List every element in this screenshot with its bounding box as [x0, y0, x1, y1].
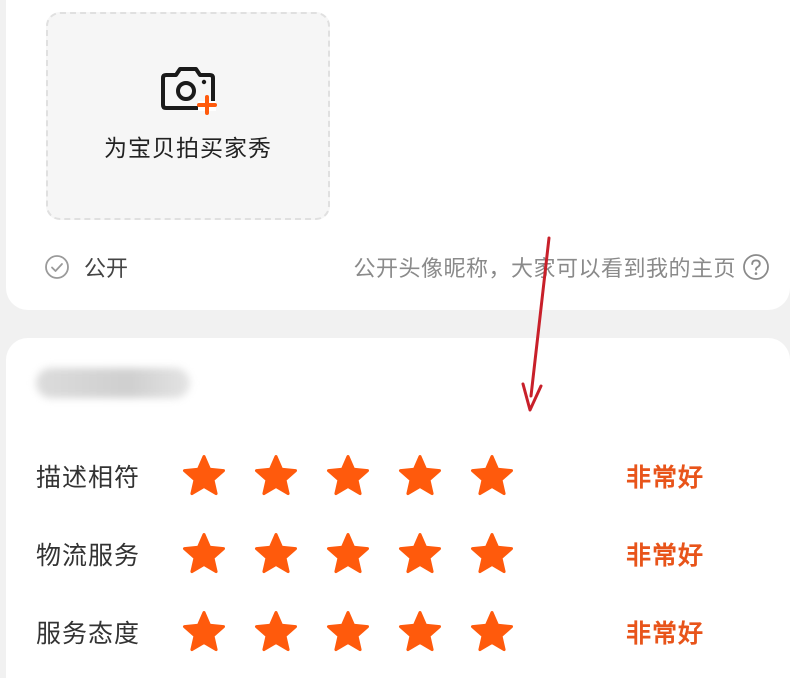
shop-name-redacted — [36, 368, 190, 398]
rating-text: 非常好 — [626, 541, 705, 570]
rating-text: 非常好 — [626, 619, 705, 648]
rating-label: 描述相符 — [36, 463, 141, 492]
rating-row-description: 描述相符 非常好 — [36, 446, 776, 506]
upload-label: 为宝贝拍买家秀 — [104, 136, 272, 162]
rating-row-service: 服务态度 非常好 — [36, 602, 776, 662]
photo-card: 为宝贝拍买家秀 公开 公开头像昵称，大家可以看到我的主页 — [6, 0, 790, 310]
star-filled-icon[interactable] — [254, 454, 298, 498]
rating-text: 非常好 — [626, 463, 705, 492]
star-filled-icon[interactable] — [182, 454, 226, 498]
public-label[interactable]: 公开 — [84, 251, 128, 283]
star-filled-icon[interactable] — [182, 610, 226, 654]
star-filled-icon[interactable] — [326, 610, 370, 654]
photo-upload-button[interactable]: 为宝贝拍买家秀 — [46, 12, 330, 220]
star-filled-icon[interactable] — [470, 454, 514, 498]
star-filled-icon[interactable] — [470, 532, 514, 576]
star-filled-icon[interactable] — [398, 610, 442, 654]
rating-row-logistics: 物流服务 非常好 — [36, 524, 776, 584]
star-filled-icon[interactable] — [326, 532, 370, 576]
star-filled-icon[interactable] — [254, 610, 298, 654]
star-filled-icon[interactable] — [254, 532, 298, 576]
star-rating[interactable] — [182, 532, 514, 576]
public-hint: 公开头像昵称，大家可以看到我的主页 — [353, 257, 736, 282]
star-rating[interactable] — [182, 610, 514, 654]
star-rating[interactable] — [182, 454, 514, 498]
star-filled-icon[interactable] — [470, 610, 514, 654]
star-filled-icon[interactable] — [182, 532, 226, 576]
star-filled-icon[interactable] — [398, 454, 442, 498]
visibility-row: 公开 公开头像昵称，大家可以看到我的主页 — [44, 249, 770, 285]
star-filled-icon[interactable] — [326, 454, 370, 498]
question-circle-icon[interactable] — [742, 253, 770, 281]
star-filled-icon[interactable] — [398, 532, 442, 576]
camera-plus-icon — [161, 67, 217, 115]
review-page: 为宝贝拍买家秀 公开 公开头像昵称，大家可以看到我的主页 描述相符 非常好 物流… — [0, 0, 790, 678]
rating-label: 物流服务 — [36, 541, 141, 570]
rating-label: 服务态度 — [36, 619, 141, 648]
check-circle-icon[interactable] — [44, 254, 70, 280]
rating-card: 描述相符 非常好 物流服务 非常好 服务态度 非常好 — [6, 338, 790, 678]
